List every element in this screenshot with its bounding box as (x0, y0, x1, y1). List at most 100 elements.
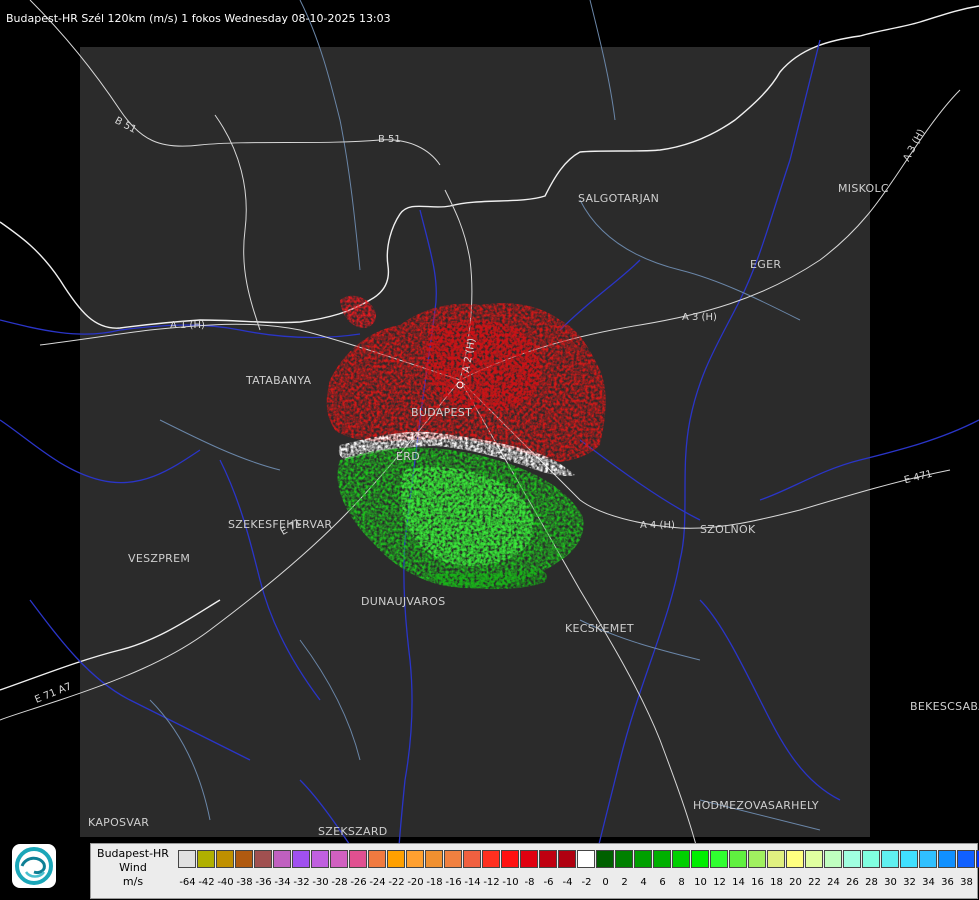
city-label: DUNAUJVAROS (361, 595, 446, 608)
city-label: KECSKEMET (565, 622, 634, 635)
city-label: TATABANYA (246, 374, 312, 387)
legend-tick-label: 18 (770, 877, 783, 888)
legend-tick-label: -38 (236, 877, 253, 888)
legend-swatch (197, 850, 215, 868)
legend-swatch (368, 850, 386, 868)
road-label: A 1 (H) (170, 320, 205, 331)
legend-tick-label: -32 (293, 877, 310, 888)
legend-tick-label: 30 (884, 877, 897, 888)
road-label: A 3 (H) (682, 312, 717, 323)
legend-tick-label: -22 (388, 877, 405, 888)
road-label: B 51 (378, 134, 401, 145)
legend-swatch (786, 850, 804, 868)
legend-station: Budapest-HR (97, 847, 169, 860)
legend-title: Budapest-HR Wind m/s (91, 847, 175, 889)
legend-swatch (634, 850, 652, 868)
legend-unit: m/s (122, 875, 144, 888)
legend-tick-label: 24 (827, 877, 840, 888)
legend-tick-label: -40 (217, 877, 234, 888)
legend-tick-label: -64 (179, 877, 196, 888)
legend-tick-label: 38 (960, 877, 973, 888)
legend-tick-label: -26 (350, 877, 367, 888)
legend-tick-label: -34 (274, 877, 291, 888)
legend-tick-label: 0 (602, 877, 609, 888)
legend-swatch (653, 850, 671, 868)
legend-swatch (957, 850, 975, 868)
legend-tick-label: -16 (445, 877, 462, 888)
legend-swatch (463, 850, 481, 868)
legend-swatch (235, 850, 253, 868)
legend-tick-label: 6 (659, 877, 666, 888)
city-label: VESZPREM (128, 552, 191, 565)
legend-tick-label: 34 (922, 877, 935, 888)
legend-swatch (729, 850, 747, 868)
legend-swatch (748, 850, 766, 868)
legend-tick-label: -10 (502, 877, 519, 888)
city-label: BEKESCSABA (910, 700, 979, 713)
map-title: Budapest-HR Szél 120km (m/s) 1 fokos Wed… (6, 12, 391, 25)
legend-tick-label: 12 (713, 877, 726, 888)
legend-tick-label: -24 (369, 877, 386, 888)
city-label: KAPOSVAR (88, 816, 150, 829)
legend-ticks: -64 -42 -40 -38 -36 -34 -32 -30 -28 -26 -24 -22 -20-… (178, 877, 979, 891)
legend-swatch (824, 850, 842, 868)
legend-swatch (520, 850, 538, 868)
legend-swatch (330, 850, 348, 868)
legend-swatch (881, 850, 899, 868)
legend-swatch (691, 850, 709, 868)
legend-tick-label: -12 (483, 877, 500, 888)
legend-swatch (406, 850, 424, 868)
city-label: EGER (750, 258, 782, 271)
radar-map[interactable] (0, 0, 979, 900)
legend-swatches (178, 850, 979, 868)
legend-tick-label: 32 (903, 877, 916, 888)
legend-swatch (843, 850, 861, 868)
legend-swatch (311, 850, 329, 868)
legend-tick-label: 8 (678, 877, 685, 888)
city-label: SZEKSZARD (318, 825, 388, 838)
legend-tick-label: 4 (640, 877, 647, 888)
legend-tick-label: 14 (732, 877, 745, 888)
legend-swatch (501, 850, 519, 868)
legend-swatch (938, 850, 956, 868)
legend-tick-label: 2 (621, 877, 628, 888)
legend-swatch (292, 850, 310, 868)
road-label: A 4 (H) (640, 520, 675, 531)
city-label: HODMEZOVASARHELY (693, 799, 819, 812)
legend-swatch (273, 850, 291, 868)
city-label: SALGOTARJAN (578, 192, 660, 205)
city-label: MISKOLC (838, 182, 889, 195)
legend-tick-label: -20 (407, 877, 424, 888)
service-logo (12, 844, 56, 888)
legend-tick-label: -36 (255, 877, 272, 888)
legend-tick-label: -30 (312, 877, 329, 888)
legend-tick-label: -28 (331, 877, 348, 888)
legend-swatch (178, 850, 196, 868)
legend-tick-label: 28 (865, 877, 878, 888)
legend-tick-label: 36 (941, 877, 954, 888)
legend-swatch (482, 850, 500, 868)
legend-swatch (672, 850, 690, 868)
legend-swatch (900, 850, 918, 868)
legend-tick-label: 20 (789, 877, 802, 888)
legend-swatch (444, 850, 462, 868)
legend-swatch (710, 850, 728, 868)
legend-swatch (767, 850, 785, 868)
legend-tick-label: -2 (581, 877, 592, 888)
legend-tick-label: -6 (543, 877, 554, 888)
legend-swatch (596, 850, 614, 868)
legend-tick-label: -18 (426, 877, 443, 888)
city-label: BUDAPEST (411, 406, 473, 419)
legend-swatch (862, 850, 880, 868)
legend-swatch (349, 850, 367, 868)
legend-tick-label: -4 (562, 877, 573, 888)
legend-tick-label: -8 (524, 877, 535, 888)
legend-product: Wind (119, 861, 147, 874)
legend-tick-label: -14 (464, 877, 481, 888)
legend-swatch (216, 850, 234, 868)
color-legend: Budapest-HR Wind m/s -64 -42 -40 -38 -36 -34-… (90, 843, 979, 899)
city-label: ERD (396, 450, 420, 463)
legend-swatch (558, 850, 576, 868)
legend-swatch (805, 850, 823, 868)
legend-swatch (254, 850, 272, 868)
